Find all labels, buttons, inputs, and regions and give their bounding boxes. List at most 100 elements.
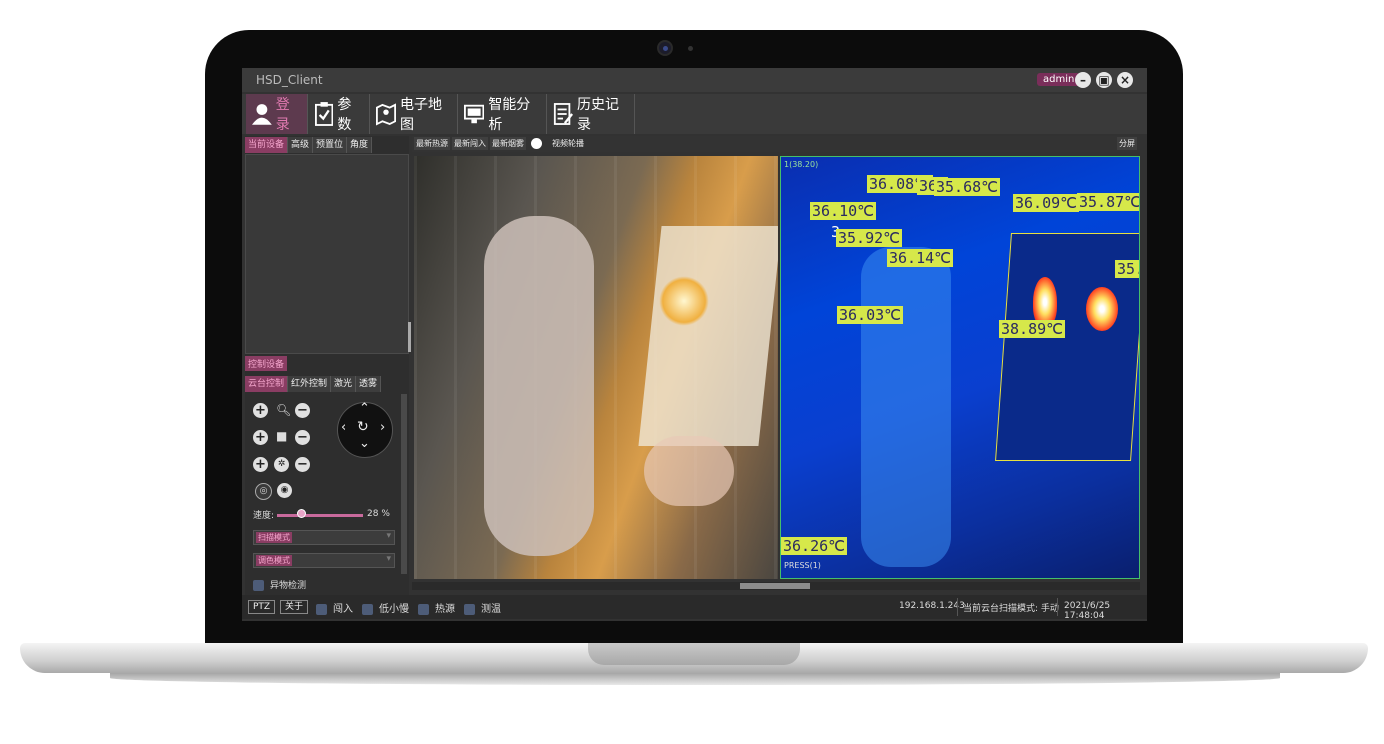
title-bar: HSD_Client admin – ▣ × bbox=[242, 68, 1147, 92]
reset-icon[interactable]: ◉ bbox=[277, 483, 292, 498]
intrusion-check[interactable]: 闯入 bbox=[316, 600, 353, 615]
color-mode-label: 调色模式 bbox=[256, 555, 292, 566]
foreign-detect-row[interactable]: 异物检测 bbox=[253, 578, 306, 591]
temp-label: 35.68℃ bbox=[934, 178, 1000, 196]
menu-analysis-label: 智能分析 bbox=[488, 97, 531, 133]
video-scrollbar[interactable] bbox=[412, 582, 1140, 590]
tab-presets[interactable]: 预置位 bbox=[313, 137, 348, 153]
tab-angle[interactable]: 角度 bbox=[347, 137, 373, 153]
intrusion-label: 闯入 bbox=[333, 604, 353, 615]
main-menu: 登录 参数 电子地图 智能分析 历史记录 bbox=[242, 94, 1147, 134]
iris-open-button[interactable]: + bbox=[253, 457, 268, 472]
panel-splitter[interactable] bbox=[408, 322, 411, 352]
control-tabs: 云台控制 红外控制 激光 透雾 bbox=[245, 376, 382, 392]
heat-source-checkbox[interactable] bbox=[418, 603, 429, 615]
direction-pad[interactable]: ⌃ ‹ › ⌄ ↻ bbox=[337, 401, 393, 458]
zoom-out-button[interactable]: − bbox=[295, 403, 310, 418]
foreign-detect-checkbox[interactable] bbox=[253, 580, 264, 591]
heat-source-check[interactable]: 热源 bbox=[418, 600, 455, 615]
video-patrol-label: 视频轮播 bbox=[552, 139, 584, 148]
monitor-icon bbox=[464, 104, 485, 124]
heat-source-label: 热源 bbox=[435, 604, 455, 615]
speed-value: 28 % bbox=[367, 509, 390, 519]
color-mode-select[interactable]: 调色模式 ▾ bbox=[253, 553, 395, 568]
intrusion-checkbox[interactable] bbox=[316, 603, 327, 615]
split-screen-button[interactable]: 分屏 bbox=[1117, 137, 1137, 150]
left-arrow-icon[interactable]: ‹ bbox=[341, 420, 346, 435]
scan-mode-label: 扫描模式 bbox=[256, 532, 292, 543]
up-arrow-icon[interactable]: ⌃ bbox=[359, 401, 370, 416]
ptz-control-area: + 🔍︎ − + ■ − + ✲ − ◎ ◉ ⌃ ‹ › ⌄ ↻ 速度: 28 … bbox=[245, 394, 400, 596]
status-bar: PTZ 关于 闯入 低小慢 热源 测温 192.168.1.243 当前云台扫描… bbox=[242, 595, 1147, 621]
tab-current-device[interactable]: 当前设备 bbox=[245, 137, 289, 153]
video-patrol-toggle[interactable] bbox=[531, 138, 542, 149]
tab-defog[interactable]: 透雾 bbox=[356, 376, 382, 392]
scan-mode-select[interactable]: 扫描模式 ▾ bbox=[253, 530, 395, 545]
zoom-icon: 🔍︎ bbox=[276, 403, 292, 417]
thermal-bottom-label: PRESS(1) bbox=[784, 561, 821, 570]
menu-params-label: 参数 bbox=[337, 97, 352, 133]
control-scrollbar[interactable] bbox=[401, 394, 407, 574]
tab-ir-control[interactable]: 红外控制 bbox=[288, 376, 332, 392]
status-divider bbox=[1057, 598, 1058, 616]
tab-ptz-control[interactable]: 云台控制 bbox=[245, 376, 289, 392]
close-ptz-button[interactable]: 关于 bbox=[280, 600, 309, 614]
right-arrow-icon[interactable]: › bbox=[380, 420, 385, 435]
app-title: HSD_Client bbox=[256, 73, 323, 87]
datetime: 2021/6/25 17:48:04 bbox=[1064, 601, 1111, 621]
chevron-down-icon: ▾ bbox=[386, 554, 391, 564]
iris-close-button[interactable]: − bbox=[295, 457, 310, 472]
latest-intrusion-button[interactable]: 最新闯入 bbox=[452, 137, 488, 150]
latest-heat-button[interactable]: 最新热源 bbox=[414, 137, 450, 150]
auto-focus-icon[interactable]: ◎ bbox=[255, 483, 272, 500]
rotate-icon[interactable]: ↻ bbox=[357, 419, 369, 435]
low-slow-small-checkbox[interactable] bbox=[362, 603, 373, 615]
speed-slider[interactable] bbox=[277, 514, 363, 517]
close-button[interactable]: × bbox=[1117, 72, 1133, 88]
zoom-in-button[interactable]: + bbox=[253, 403, 268, 418]
down-arrow-icon[interactable]: ⌄ bbox=[359, 436, 370, 451]
speed-slider-handle[interactable] bbox=[297, 509, 306, 518]
temp-measure-checkbox[interactable] bbox=[464, 603, 475, 615]
menu-emap[interactable]: 电子地图 bbox=[370, 94, 458, 134]
menu-login[interactable]: 登录 bbox=[246, 94, 308, 134]
ip-address: 192.168.1.243 bbox=[899, 601, 965, 611]
temp-label: 36.09℃ bbox=[1013, 194, 1079, 212]
low-slow-small-check[interactable]: 低小慢 bbox=[362, 600, 409, 615]
temp-label: 36.10℃ bbox=[810, 202, 876, 220]
video-toolbar: 最新热源 最新闯入 最新烟雾 视频轮播 分屏 bbox=[412, 136, 1140, 152]
latest-smoke-button[interactable]: 最新烟雾 bbox=[490, 137, 526, 150]
minimize-button[interactable]: – bbox=[1075, 72, 1091, 88]
app-window: HSD_Client admin – ▣ × 登录 参数 电子地图 智能分析 历… bbox=[242, 68, 1147, 621]
menu-login-label: 登录 bbox=[275, 97, 290, 133]
menu-params[interactable]: 参数 bbox=[309, 94, 370, 134]
focus-in-button[interactable]: + bbox=[253, 430, 268, 445]
scan-mode-status: 当前云台扫描模式: 手动 bbox=[963, 604, 1059, 614]
temp-measure-label: 测温 bbox=[481, 604, 501, 615]
user-badge[interactable]: admin bbox=[1037, 73, 1081, 86]
temp-label: 36.26℃ bbox=[781, 537, 847, 555]
restore-button[interactable]: ▣ bbox=[1096, 72, 1112, 88]
iris-icon: ✲ bbox=[274, 457, 289, 472]
control-device-header: 控制设备 bbox=[245, 356, 288, 371]
video-scrollbar-thumb[interactable] bbox=[740, 583, 810, 589]
device-list[interactable] bbox=[245, 154, 409, 354]
tab-advanced[interactable]: 高级 bbox=[288, 137, 314, 153]
laptop-notch bbox=[588, 643, 800, 665]
tab-laser[interactable]: 激光 bbox=[331, 376, 357, 392]
ptz-button[interactable]: PTZ bbox=[248, 600, 276, 614]
speed-label: 速度: bbox=[253, 511, 275, 521]
map-icon bbox=[376, 103, 397, 126]
focus-out-button[interactable]: − bbox=[295, 430, 310, 445]
temp-measure-check[interactable]: 测温 bbox=[464, 600, 501, 615]
thermal-camera-view[interactable]: 1(38.20) 36.08℃ 36. 35.68℃ 36.09℃ 35.87℃… bbox=[780, 156, 1140, 579]
temp-label: 35.87℃ bbox=[1077, 193, 1139, 211]
device-tabs: 当前设备 高级 预置位 角度 bbox=[245, 137, 373, 153]
temp-label: 35.92℃ bbox=[836, 229, 902, 247]
menu-emap-label: 电子地图 bbox=[400, 97, 443, 133]
heat-lamp-glow bbox=[659, 276, 709, 326]
menu-analysis[interactable]: 智能分析 bbox=[458, 94, 547, 134]
visible-camera-view[interactable] bbox=[414, 156, 778, 579]
history-icon bbox=[553, 103, 574, 125]
menu-history[interactable]: 历史记录 bbox=[547, 94, 635, 134]
